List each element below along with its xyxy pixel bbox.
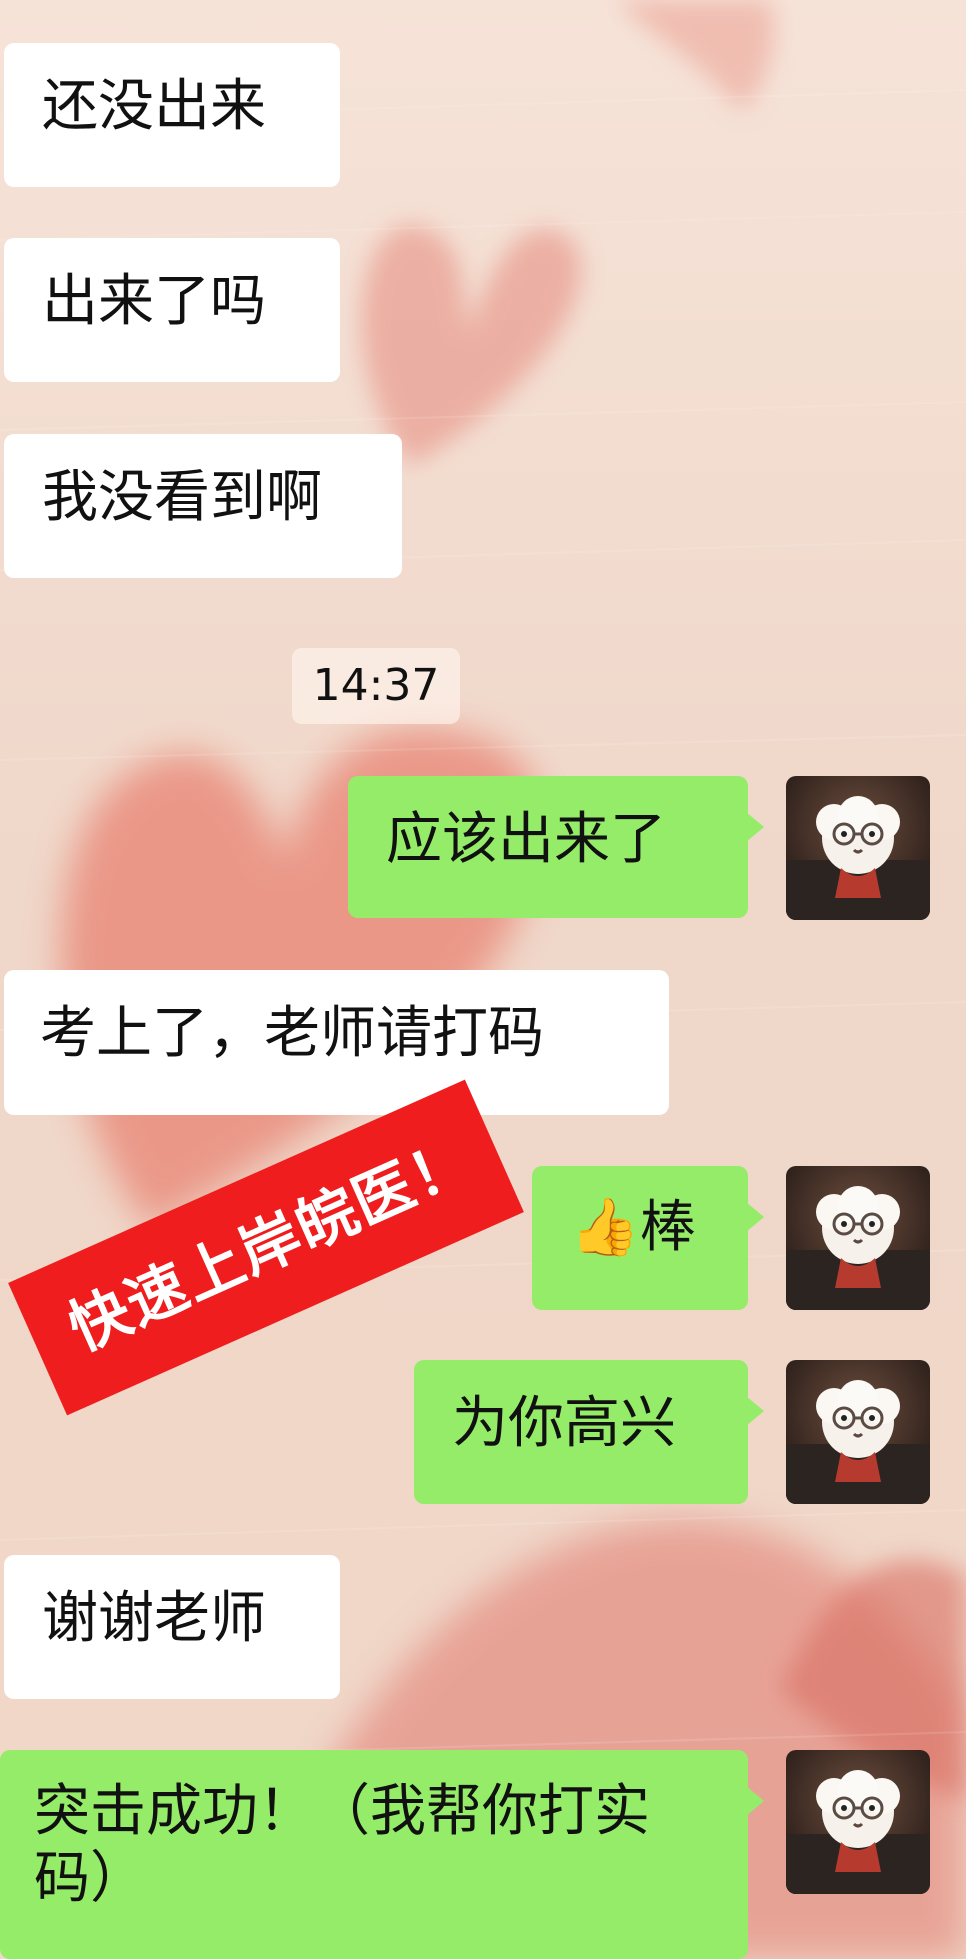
message-text: 谢谢老师 xyxy=(42,1586,266,1651)
message-text: 还没出来 xyxy=(42,74,266,139)
outgoing-message-2[interactable]: 👍棒 xyxy=(532,1166,764,1310)
fluffy-dog-with-glasses-icon xyxy=(786,776,930,920)
user-avatar[interactable] xyxy=(786,1166,930,1310)
fluffy-dog-with-glasses-icon xyxy=(786,1360,930,1504)
message-text: 考上了，老师请打码 xyxy=(40,1001,544,1066)
message-text: 应该出来了 xyxy=(386,807,666,872)
incoming-message-1[interactable]: 还没出来 xyxy=(4,43,340,187)
fluffy-dog-with-glasses-icon xyxy=(786,1750,930,1894)
incoming-message-4[interactable]: 考上了，老师请打码 xyxy=(4,970,669,1115)
message-text: 我没看到啊 xyxy=(42,465,322,530)
message-text: 为你高兴 xyxy=(452,1391,676,1456)
user-avatar[interactable] xyxy=(786,776,930,920)
incoming-message-2[interactable]: 出来了吗 xyxy=(4,238,340,382)
fluffy-dog-with-glasses-icon xyxy=(786,1166,930,1310)
message-text: 突击成功！（我帮你打实码） xyxy=(34,1779,650,1912)
message-text: 👍棒 xyxy=(570,1195,696,1260)
thumbs-up-icon: 👍 xyxy=(570,1195,640,1260)
user-avatar[interactable] xyxy=(786,1750,930,1894)
message-timestamp: 14:37 xyxy=(292,648,460,724)
incoming-message-5[interactable]: 谢谢老师 xyxy=(4,1555,340,1699)
message-text: 出来了吗 xyxy=(42,269,266,334)
user-avatar[interactable] xyxy=(786,1360,930,1504)
outgoing-message-1[interactable]: 应该出来了 xyxy=(348,776,764,918)
incoming-message-3[interactable]: 我没看到啊 xyxy=(4,434,402,578)
outgoing-message-4[interactable]: 突击成功！（我帮你打实码） xyxy=(0,1750,764,1959)
outgoing-message-3[interactable]: 为你高兴 xyxy=(414,1360,764,1504)
